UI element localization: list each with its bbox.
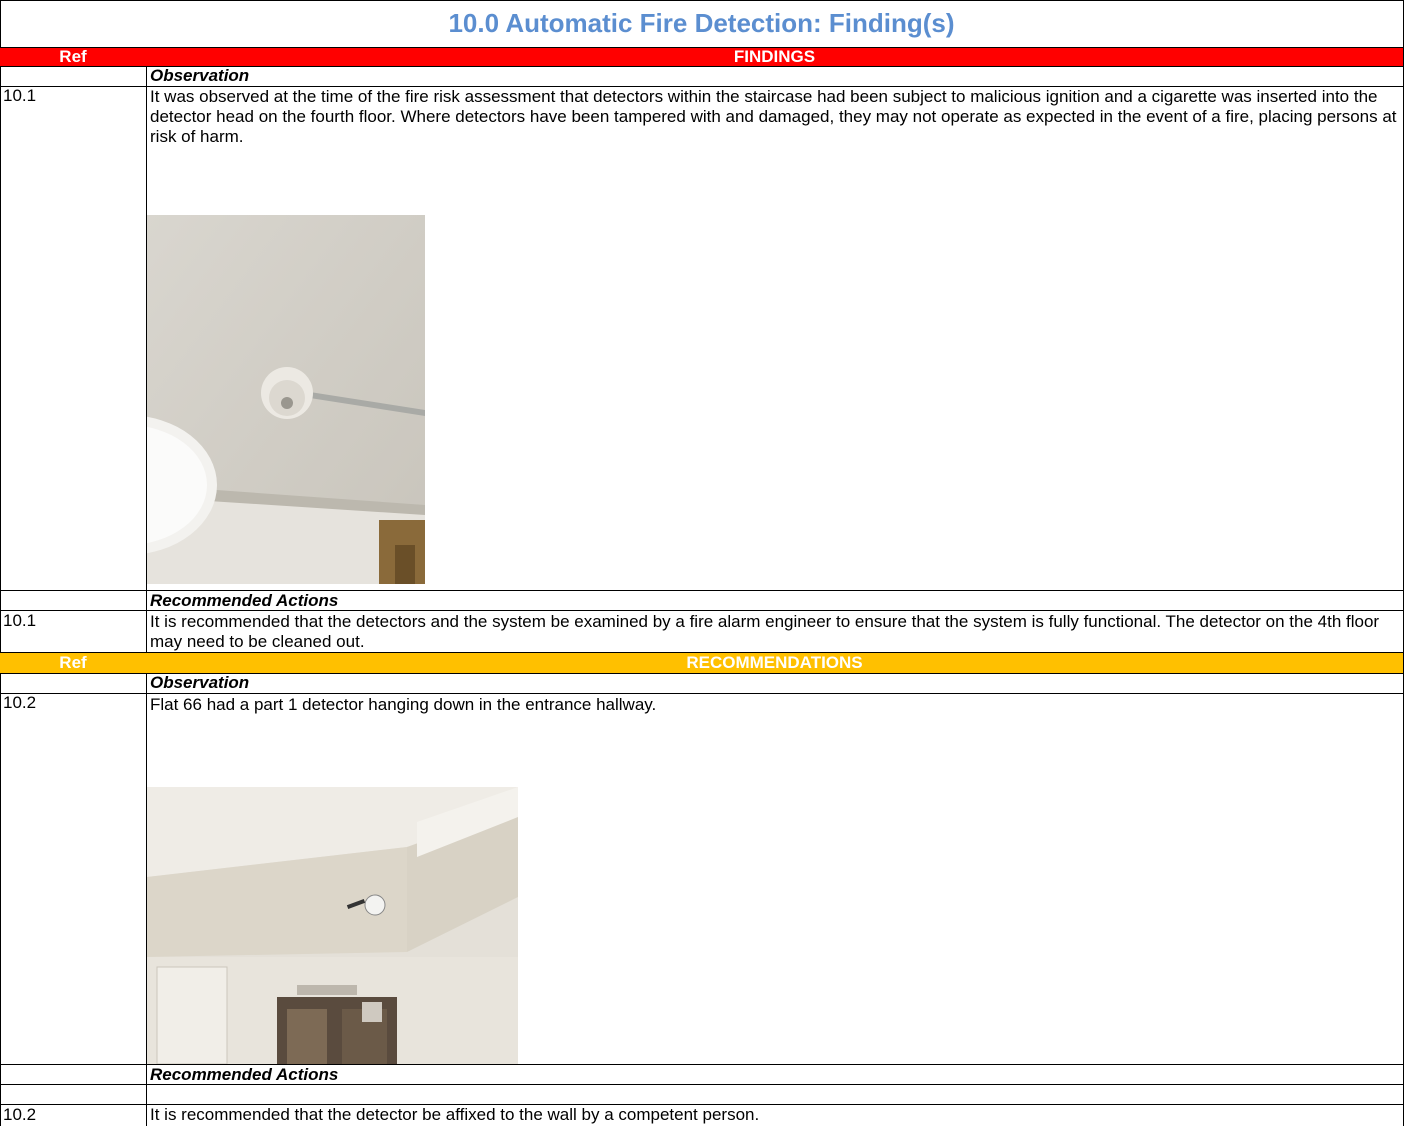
ref-column-header: Ref bbox=[59, 653, 87, 672]
observation-heading: Observation bbox=[150, 66, 250, 85]
finding-action-ref: 10.1 bbox=[3, 611, 37, 630]
recommended-actions-heading: Recommended Actions bbox=[150, 1065, 339, 1084]
finding-ref: 10.1 bbox=[3, 86, 37, 105]
recommended-actions-heading: Recommended Actions bbox=[150, 591, 339, 610]
ref-column-header: Ref bbox=[59, 47, 87, 66]
smoke-detector-ceiling-image bbox=[147, 215, 425, 584]
recommendation-observation-text: Flat 66 had a part 1 detector hanging do… bbox=[150, 695, 657, 714]
hanging-detector-image bbox=[147, 787, 518, 1064]
smoke-detector-ceiling-photo bbox=[147, 215, 425, 584]
findings-header-label: FINDINGS bbox=[733, 47, 816, 66]
observation-heading: Observation bbox=[150, 673, 250, 692]
recommendation-action-text: It is recommended that the detector be a… bbox=[150, 1105, 760, 1124]
hanging-detector-hallway-photo bbox=[147, 787, 518, 1064]
grid-line bbox=[0, 693, 1404, 694]
recommendations-header-label: RECOMMENDATIONS bbox=[686, 653, 863, 672]
finding-observation-text: It was observed at the time of the fire … bbox=[150, 87, 1397, 146]
findings-sheet: 10.0 Automatic Fire Detection: Finding(s… bbox=[0, 0, 1404, 1126]
grid-line bbox=[0, 0, 1, 1126]
page-title: 10.0 Automatic Fire Detection: Finding(s… bbox=[448, 8, 955, 38]
finding-action-text: It is recommended that the detectors and… bbox=[150, 612, 1380, 651]
findings-header-band: Ref FINDINGS bbox=[0, 48, 1403, 66]
recommendation-ref: 10.2 bbox=[3, 693, 37, 712]
recommendations-header-band: Ref RECOMMENDATIONS bbox=[0, 653, 1403, 673]
recommendation-action-ref: 10.2 bbox=[3, 1105, 37, 1124]
